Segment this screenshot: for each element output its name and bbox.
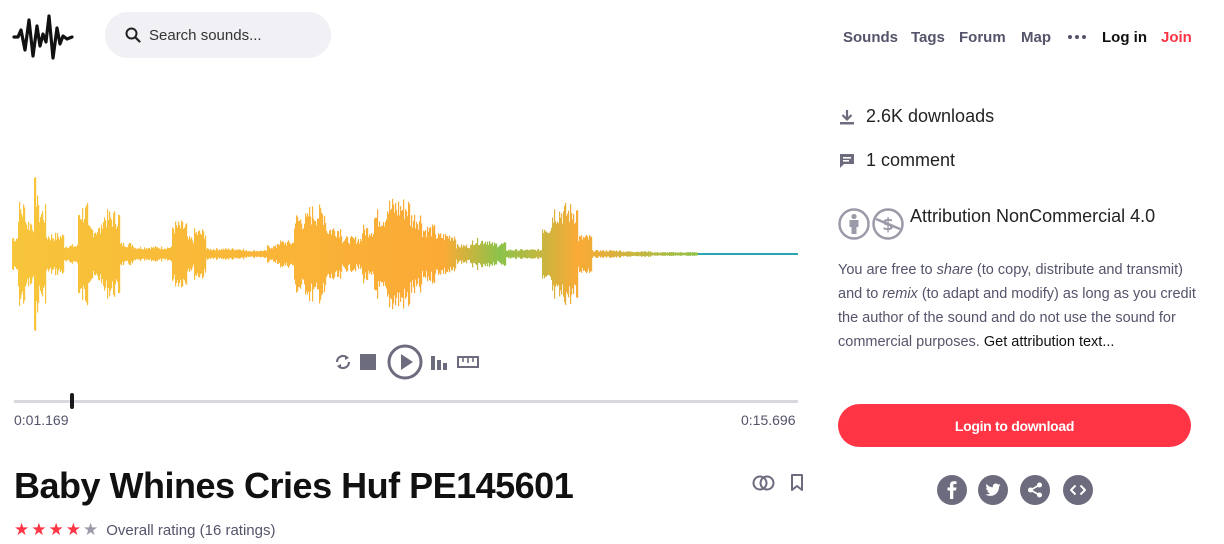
- nav-more-wrap: [1068, 26, 1086, 48]
- cc-noncommercial-icon: $: [872, 208, 904, 240]
- rating-star[interactable]: ★: [66, 520, 81, 540]
- license-text-part1: You are free to: [838, 262, 937, 278]
- nav-map-wrap: Map: [1021, 26, 1051, 48]
- total-time: 0:15.696: [741, 412, 796, 428]
- rating: ★ ★ ★ ★ ★ Overall rating (16 ratings): [14, 520, 275, 540]
- embed-code-icon: [1070, 484, 1086, 496]
- waveform-bars: [12, 177, 699, 331]
- search-icon: [125, 27, 141, 43]
- license-title[interactable]: Attribution NonCommercial 4.0: [910, 204, 1200, 228]
- loop-icon[interactable]: [333, 353, 353, 371]
- rating-stars[interactable]: ★ ★ ★ ★ ★: [14, 520, 100, 540]
- similar-sounds-icon[interactable]: [752, 474, 776, 497]
- rating-star[interactable]: ★: [83, 520, 98, 540]
- cc-attribution-icon: [838, 208, 870, 240]
- bookmark-icon[interactable]: [790, 474, 804, 497]
- share-facebook-button[interactable]: [937, 475, 967, 505]
- nav-map[interactable]: Map: [1021, 29, 1051, 46]
- stop-icon[interactable]: [359, 354, 377, 370]
- share-embed-button[interactable]: [1063, 475, 1093, 505]
- progress-bar[interactable]: [14, 400, 798, 403]
- search-bar[interactable]: [105, 12, 331, 58]
- more-icon[interactable]: [1068, 35, 1086, 39]
- nav-join[interactable]: Join: [1161, 29, 1192, 46]
- sound-title: Baby Whines Cries Huf PE145601: [14, 465, 574, 506]
- facebook-icon: [947, 481, 957, 499]
- rating-text: Overall rating (16 ratings): [106, 521, 276, 539]
- freesound-logo-icon[interactable]: [12, 12, 74, 62]
- nav-login-wrap: Log in: [1102, 26, 1147, 48]
- nav-join-wrap: Join: [1161, 26, 1192, 48]
- share-twitter-button[interactable]: [978, 475, 1008, 505]
- ruler-icon[interactable]: [457, 356, 479, 368]
- rating-star[interactable]: ★: [14, 520, 29, 540]
- search-input[interactable]: [149, 26, 319, 44]
- license-description: You are free to share (to copy, distribu…: [838, 258, 1198, 354]
- license-share-term: share: [936, 262, 973, 278]
- share-link-button[interactable]: [1020, 475, 1050, 505]
- downloads-stat: 2.6K downloads: [838, 106, 994, 127]
- nav-forum-wrap: Forum: [959, 26, 1006, 48]
- waveform[interactable]: [12, 160, 798, 350]
- nav-forum[interactable]: Forum: [959, 29, 1006, 46]
- spectrogram-icon[interactable]: [431, 354, 449, 370]
- play-icon[interactable]: [387, 344, 423, 380]
- comment-icon: [840, 153, 854, 168]
- nav-tags-wrap: Tags: [911, 26, 945, 48]
- rating-star[interactable]: ★: [31, 520, 46, 540]
- share-icon: [1028, 482, 1042, 498]
- nav-login[interactable]: Log in: [1102, 29, 1147, 46]
- attribution-text-link[interactable]: Get attribution text...: [984, 334, 1115, 350]
- player-controls: [333, 344, 479, 380]
- nav-sounds[interactable]: Sounds: [843, 29, 898, 46]
- twitter-icon: [985, 483, 1001, 496]
- downloads-count: 2.6K downloads: [866, 106, 995, 126]
- title-actions: [752, 474, 804, 497]
- login-to-download-button[interactable]: Login to download: [838, 404, 1191, 447]
- rating-star[interactable]: ★: [49, 520, 64, 540]
- comments-stat[interactable]: 1 comment: [838, 150, 955, 171]
- license-icons: $: [838, 208, 904, 240]
- download-icon: [840, 109, 854, 124]
- nav-tags[interactable]: Tags: [911, 29, 945, 46]
- progress-thumb[interactable]: [70, 393, 75, 409]
- nav-sounds-wrap: Sounds: [843, 26, 898, 48]
- comments-count: 1 comment: [866, 150, 956, 170]
- current-time: 0:01.169: [14, 412, 69, 428]
- license-remix-term: remix: [882, 286, 918, 302]
